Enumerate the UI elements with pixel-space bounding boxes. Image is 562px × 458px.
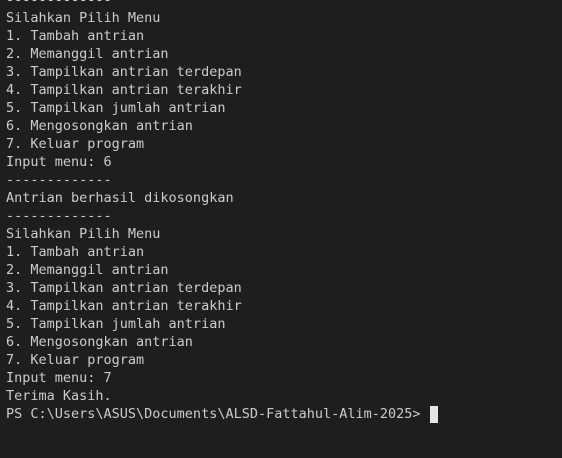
text-cursor [429,405,438,423]
menu-option: 2. Memanggil antrian [6,46,169,62]
menu-option: 7. Keluar program [6,352,145,368]
input-menu-line: Input menu: 6 [6,154,112,170]
menu-option: 2. Memanggil antrian [6,262,169,278]
farewell-message: Terima Kasih. [6,388,112,404]
terminal-output: ------------- Silahkan Pilih Menu 1. Tam… [6,0,562,423]
shell-prompt: PS C:\Users\ASUS\Documents\ALSD-Fattahul… [6,406,429,422]
menu-option: 4. Tampilkan antrian terakhir [6,298,242,314]
menu-option: 5. Tampilkan jumlah antrian [6,316,226,332]
status-message: Antrian berhasil dikosongkan [6,190,234,206]
menu-option: 1. Tambah antrian [6,244,145,260]
menu-option: 3. Tampilkan antrian terdepan [6,280,242,296]
separator-line: ------------- [6,172,112,188]
menu-option: 6. Mengosongkan antrian [6,118,193,134]
menu-option: 7. Keluar program [6,136,145,152]
menu-option: 6. Mengosongkan antrian [6,334,193,350]
menu-option: 4. Tampilkan antrian terakhir [6,82,242,98]
menu-option: 5. Tampilkan jumlah antrian [6,100,226,116]
menu-option: 3. Tampilkan antrian terdepan [6,64,242,80]
input-menu-line: Input menu: 7 [6,370,112,386]
terminal-panel[interactable]: ------------- Silahkan Pilih Menu 1. Tam… [0,0,562,458]
separator-line: ------------- [6,208,112,224]
menu-title: Silahkan Pilih Menu [6,10,161,26]
separator-line: ------------- [6,0,112,8]
shell-prompt-line[interactable]: PS C:\Users\ASUS\Documents\ALSD-Fattahul… [6,405,562,423]
menu-option: 1. Tambah antrian [6,28,145,44]
menu-title: Silahkan Pilih Menu [6,226,161,242]
